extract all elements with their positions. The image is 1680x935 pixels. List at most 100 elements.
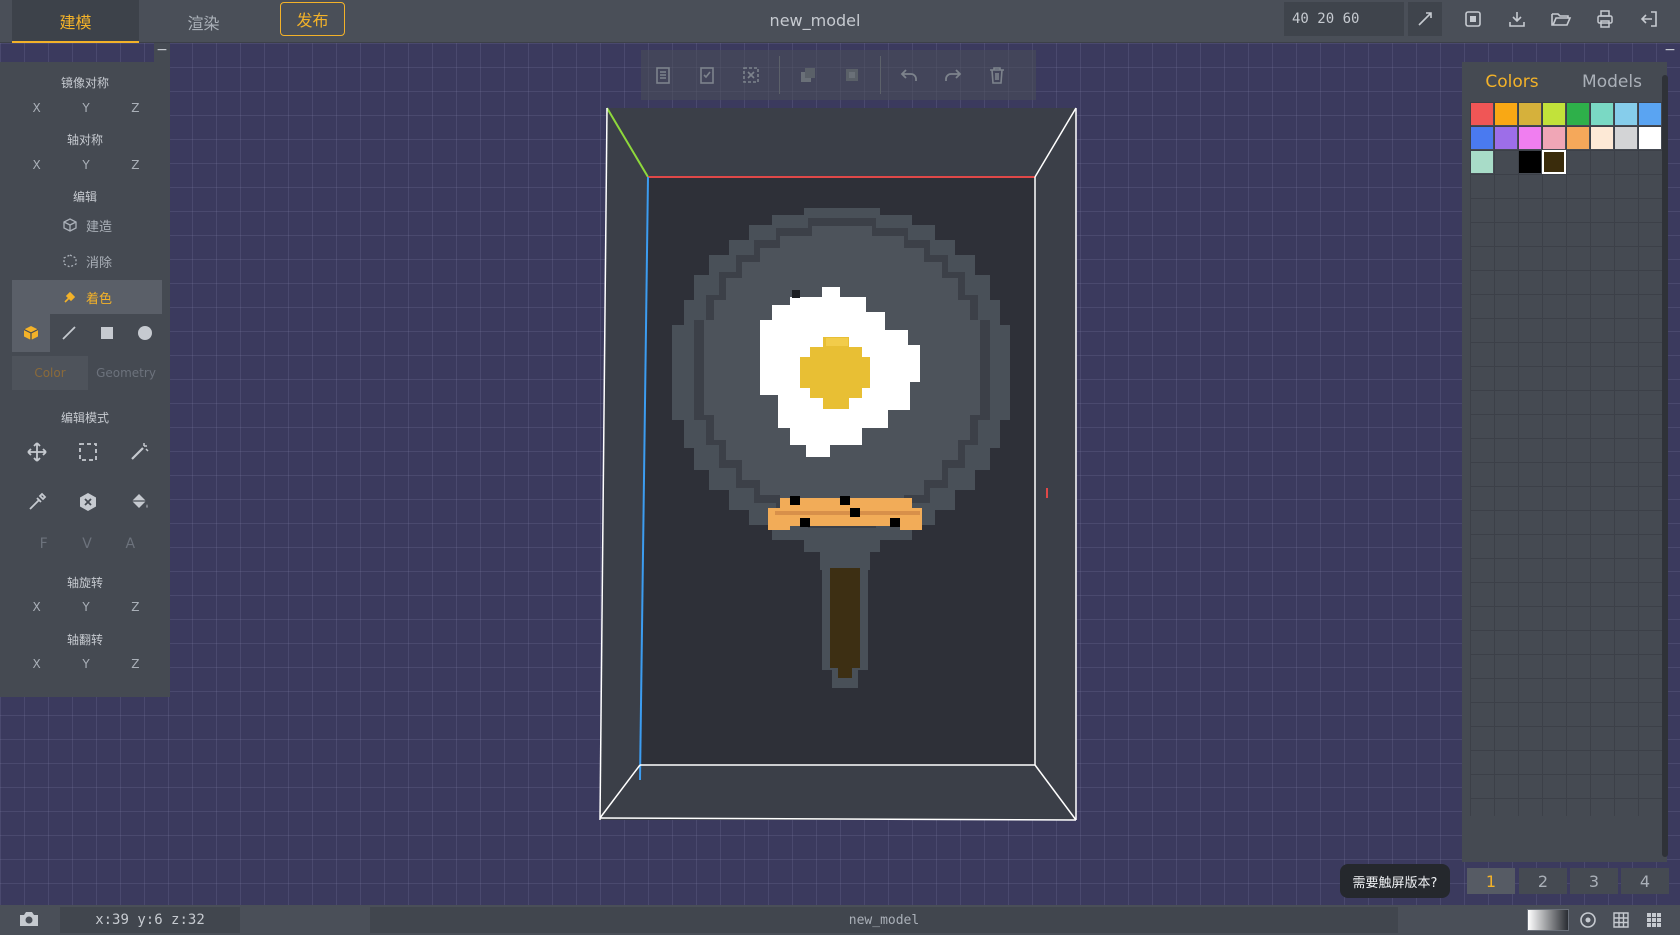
color-swatch[interactable] [1519,127,1541,149]
folder-open-icon [1551,13,1572,26]
color-swatch[interactable] [1639,103,1661,125]
edit-mode-title: 编辑模式 [60,411,109,425]
mirror-x[interactable]: X [12,97,61,119]
print-button[interactable] [1592,6,1618,32]
colors-tab[interactable]: Colors [1462,72,1562,92]
model-title: new_model [769,10,861,30]
mode-v[interactable]: V [65,536,108,552]
erase-icon [63,254,77,268]
shape-cube-button[interactable] [12,314,50,352]
rotate-y[interactable]: Y [61,596,110,618]
axis-symmetry-axes: X Y Z [12,154,160,176]
paint-button[interactable]: 着色 [12,280,162,314]
duplicate-alt-button[interactable] [830,53,874,97]
exit-button[interactable] [1636,6,1662,32]
paste-button[interactable] [685,53,729,97]
status-bar: x:39 y:6 z:32 new_model [0,905,1680,935]
magic-wand-tool-button[interactable] [113,430,164,474]
build-button[interactable]: 建造 [12,208,162,242]
color-swatch[interactable] [1615,127,1637,149]
flip-z[interactable]: Z [111,653,160,675]
rotate-axes: X Y Z [12,596,160,618]
color-swatch[interactable] [1471,103,1493,125]
cancel-tool-button[interactable] [63,480,114,524]
background-gradient-button[interactable] [1527,909,1569,931]
geometry-tab[interactable]: Geometry [88,356,164,390]
rotate-z[interactable]: Z [111,596,160,618]
eyedropper-tool-button[interactable] [12,480,63,524]
target-button[interactable] [1578,910,1600,930]
color-tab[interactable]: Color [12,356,88,390]
fill-bucket-tool-button[interactable] [113,480,164,524]
toolbar-divider [880,56,881,94]
save-icon [1465,11,1481,27]
color-swatch[interactable] [1495,127,1517,149]
open-button[interactable] [1548,6,1574,32]
color-swatch[interactable] [1543,103,1565,125]
screenshot-button[interactable] [18,910,42,930]
delete-button[interactable] [975,53,1019,97]
color-swatch[interactable] [1471,151,1493,173]
move-tool-button[interactable] [12,430,63,474]
palette-page-2[interactable]: 2 [1519,868,1567,894]
color-swatch[interactable] [1639,127,1661,149]
duplicate-button[interactable] [786,53,830,97]
rotate-x[interactable]: X [12,596,61,618]
voxel-scene[interactable] [0,0,1680,935]
palette-scrollbar[interactable] [1662,75,1668,857]
undo-icon [900,69,917,81]
color-swatch[interactable] [1542,150,1566,174]
color-swatch[interactable] [1567,103,1589,125]
touch-version-tooltip[interactable]: 需要触屏版本? [1340,864,1450,898]
color-swatch[interactable] [1591,127,1613,149]
shape-circle-button[interactable] [126,314,164,352]
erase-button[interactable]: 消除 [12,244,162,278]
color-swatch[interactable] [1495,103,1517,125]
axis-sym-z[interactable]: Z [111,154,160,176]
camera-icon [20,912,38,926]
copy-button[interactable] [641,53,685,97]
left-panel-collapse[interactable]: − [154,43,170,62]
color-swatch[interactable] [1471,127,1493,149]
mode-f[interactable]: F [22,536,65,552]
dimensions-input[interactable] [1284,2,1404,36]
palette-page-3[interactable]: 3 [1570,868,1618,894]
right-panel-collapse[interactable]: − [1660,43,1680,62]
flip-x[interactable]: X [12,653,61,675]
mirror-z[interactable]: Z [111,97,160,119]
palette-page-4[interactable]: 4 [1621,868,1669,894]
grid-button[interactable] [1611,910,1633,930]
resize-icon [1418,12,1432,26]
color-swatch[interactable] [1543,127,1565,149]
color-swatch[interactable] [1519,151,1541,173]
color-swatch[interactable] [1567,127,1589,149]
axis-sym-x[interactable]: X [12,154,61,176]
mode-a[interactable]: A [109,536,152,552]
flip-y[interactable]: Y [61,653,110,675]
axis-sym-y[interactable]: Y [61,154,110,176]
color-swatch[interactable] [1495,151,1517,173]
save-button[interactable] [1460,6,1486,32]
undo-button[interactable] [887,53,931,97]
tab-render[interactable]: 渲染 [140,0,267,43]
layout-button[interactable] [1644,910,1666,930]
shape-square-button[interactable] [88,314,126,352]
publish-button[interactable]: 发布 [280,2,345,36]
mirror-y[interactable]: Y [61,97,110,119]
shape-line-button[interactable] [50,314,88,352]
models-tab[interactable]: Models [1562,72,1662,92]
color-swatch[interactable] [1615,103,1637,125]
edit-toolbar [641,50,1036,100]
select-box-tool-button[interactable] [63,430,114,474]
resize-button[interactable] [1408,2,1442,36]
color-swatch[interactable] [1519,103,1541,125]
clear-selection-button[interactable] [729,53,773,97]
dots-grid-icon [1647,913,1661,927]
color-swatch[interactable] [1591,103,1613,125]
tab-model[interactable]: 建模 [12,0,139,43]
print-icon [1597,10,1613,28]
download-button[interactable] [1504,6,1530,32]
build-icon [63,218,77,232]
redo-button[interactable] [931,53,975,97]
palette-page-1[interactable]: 1 [1467,868,1515,894]
